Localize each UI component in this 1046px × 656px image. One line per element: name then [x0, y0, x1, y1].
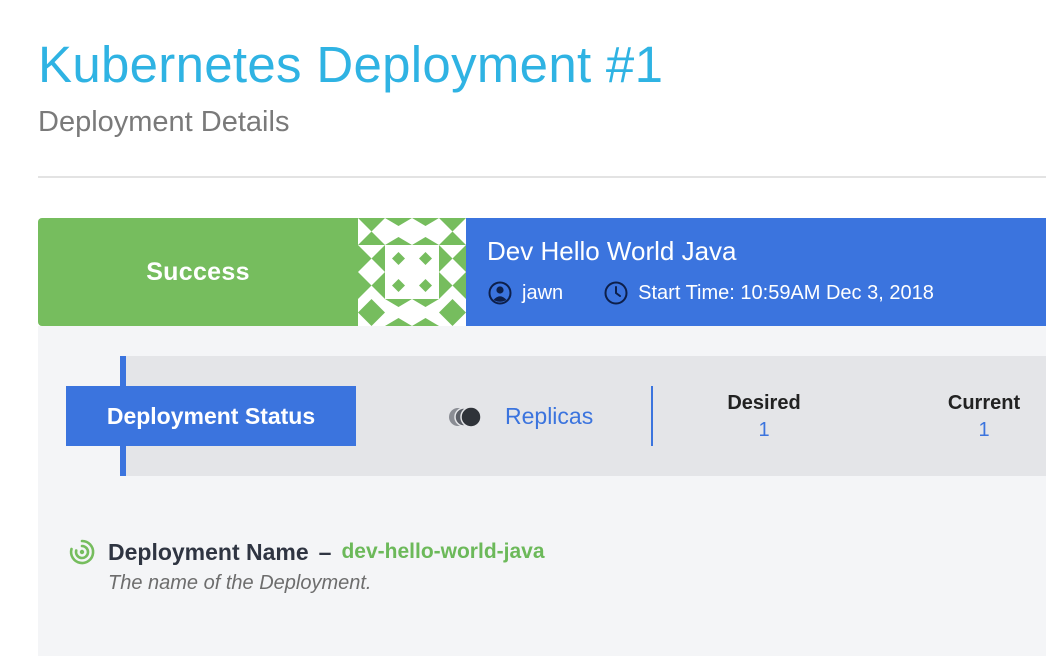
field-deployment-name: Deployment Name – dev-hello-world-java T…: [68, 538, 545, 595]
clock-icon: [603, 281, 628, 306]
field-name-label: Deployment Name: [108, 538, 309, 565]
page-subtitle: Deployment Details: [38, 106, 290, 138]
deployment-banner: Success Dev Hello World Java jawn Start …: [38, 218, 1046, 326]
user-circle-icon: [487, 281, 512, 306]
field-separator: –: [318, 538, 332, 565]
details-panel: Deployment Status Replicas Desired 1 Cur…: [38, 326, 1046, 656]
deployment-start-time: Start Time: 10:59AM Dec 3, 2018: [638, 282, 934, 304]
stat-desired-value: 1: [758, 419, 770, 441]
header-divider: [38, 176, 1046, 178]
replicas-divider: [651, 386, 653, 446]
stat-current-value: 1: [978, 419, 990, 441]
deployment-title: Dev Hello World Java: [487, 236, 737, 266]
stat-current-label: Current: [947, 392, 1021, 414]
replicas-indicator: Replicas: [446, 403, 593, 430]
page-title: Kubernetes Deployment #1: [38, 36, 664, 93]
spiral-target-icon: [69, 539, 95, 565]
identicon-pattern: [358, 218, 466, 326]
stat-current: Current 1: [924, 390, 1044, 444]
tab-deployment-status[interactable]: Deployment Status: [66, 386, 356, 446]
deployment-meta: jawn Start Time: 10:59AM Dec 3, 2018: [487, 280, 934, 306]
stat-desired-label: Desired: [727, 392, 801, 414]
deployment-info: Dev Hello World Java jawn Start Time: 10…: [466, 218, 1046, 326]
deployment-user: jawn: [522, 282, 564, 304]
field-value: dev-hello-world-java: [341, 540, 545, 563]
status-badge: Success: [38, 218, 358, 326]
stat-desired: Desired 1: [704, 390, 824, 444]
replicas-icon: [449, 405, 482, 428]
replicas-label: Replicas: [505, 403, 594, 429]
field-description: The name of the Deployment.: [108, 572, 372, 594]
